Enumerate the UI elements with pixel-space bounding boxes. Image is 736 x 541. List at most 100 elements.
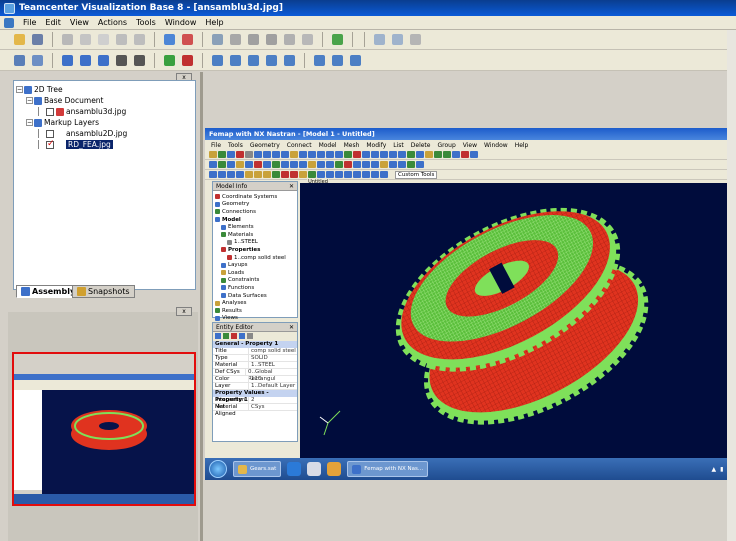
- model-info-item: Elements: [215, 223, 295, 231]
- select-button[interactable]: [162, 32, 177, 47]
- tool-c-button[interactable]: [246, 32, 261, 47]
- layer-e-button[interactable]: [282, 53, 297, 68]
- tree-node-base-document[interactable]: − Base Document: [16, 95, 193, 106]
- menu-window[interactable]: Window: [165, 18, 197, 27]
- compare-button[interactable]: [330, 53, 345, 68]
- menu-file[interactable]: File: [23, 18, 36, 27]
- femap-menu-item: List: [393, 141, 404, 149]
- view-2d-button[interactable]: [12, 53, 27, 68]
- bookmark-button[interactable]: [180, 32, 195, 47]
- tray-icon: ▮: [720, 465, 724, 473]
- camera-icon: [314, 54, 325, 66]
- menu-view[interactable]: View: [70, 18, 89, 27]
- entity-row: Title comp solid steel: [213, 348, 297, 355]
- tree-node-root[interactable]: − 2D Tree: [16, 84, 193, 95]
- femap-title: Femap with NX Nastran - [Model 1 - Untit…: [209, 130, 375, 138]
- visibility-checkbox[interactable]: [46, 129, 54, 138]
- layer-icon: [284, 54, 295, 66]
- cut-button[interactable]: [60, 32, 75, 47]
- femap-menu-item: Group: [437, 141, 456, 149]
- tree-node-markup-layers[interactable]: − Markup Layers: [16, 117, 193, 128]
- menu-actions[interactable]: Actions: [98, 18, 127, 27]
- open-button[interactable]: [12, 32, 27, 47]
- menu-tools[interactable]: Tools: [136, 18, 156, 27]
- text-markup-button[interactable]: [78, 53, 93, 68]
- femap-model-info-panel: Model Info ✕ Coordinate Systems Geometry …: [212, 181, 298, 321]
- layer-a-button[interactable]: [210, 53, 225, 68]
- model-info-item: Coordinate Systems: [215, 193, 295, 201]
- layer-icon: [266, 54, 277, 66]
- vertical-scrollbar[interactable]: [727, 30, 736, 541]
- tool-f-button[interactable]: [300, 32, 315, 47]
- overlay-button[interactable]: [348, 53, 363, 68]
- tree-node-layer-1[interactable]: ansamblu2D.jpg: [16, 128, 193, 139]
- tool-e-button[interactable]: [282, 32, 297, 47]
- assembly-icon: [21, 287, 30, 296]
- markup-button[interactable]: [60, 53, 75, 68]
- zoom-button[interactable]: [372, 32, 387, 47]
- femap-menu-item: File: [211, 141, 222, 149]
- entity-editor-header: Entity Editor ✕: [213, 323, 297, 332]
- layers-icon: [34, 118, 42, 127]
- entity-row: Color 110: [213, 376, 297, 383]
- tab-snapshots[interactable]: Snapshots: [72, 285, 135, 298]
- layer-b-button[interactable]: [228, 53, 243, 68]
- model-info-item: Views: [215, 315, 295, 323]
- tree-node-layer-2[interactable]: RD_FEA.jpg: [16, 139, 193, 150]
- menu-help[interactable]: Help: [205, 18, 223, 27]
- line-button[interactable]: [132, 53, 147, 68]
- tree-line: [38, 107, 44, 116]
- thumbnail-panel-close-button[interactable]: x: [176, 307, 192, 316]
- menu-edit[interactable]: Edit: [45, 18, 61, 27]
- color-b-button[interactable]: [180, 53, 195, 68]
- color-a-button[interactable]: [162, 53, 177, 68]
- tool-a-button[interactable]: [210, 32, 225, 47]
- visibility-checkbox[interactable]: [46, 107, 54, 116]
- tray-icon: ▲: [711, 465, 717, 473]
- copy-icon: [80, 34, 91, 45]
- femap-toolbar-3: Custom Tools: [205, 170, 736, 180]
- chrome-icon: [327, 462, 342, 476]
- femap-menu-item: Model: [318, 141, 337, 149]
- redo-button[interactable]: [132, 32, 147, 47]
- snapshot-button[interactable]: [312, 53, 327, 68]
- tree-base-file-label: ansamblu3d.jpg: [66, 107, 127, 116]
- view-fit-button[interactable]: [30, 53, 45, 68]
- layer-icon: [212, 54, 223, 66]
- layer-c-button[interactable]: [246, 53, 261, 68]
- thumbnail-preview[interactable]: [12, 352, 196, 506]
- entity-row: Material 1..STEEL: [213, 362, 297, 369]
- color-icon: [182, 54, 193, 66]
- tool-b-button[interactable]: [228, 32, 243, 47]
- image-file-icon: [56, 107, 64, 116]
- layer-icon: [230, 54, 241, 66]
- display-button[interactable]: [330, 32, 345, 47]
- move-button[interactable]: [114, 53, 129, 68]
- app-icon: [307, 462, 322, 476]
- undo-button[interactable]: [114, 32, 129, 47]
- toolbar-standard: [0, 30, 736, 50]
- cut-icon: [62, 34, 73, 45]
- model-info-item: Results: [215, 307, 295, 315]
- rect-markup-button[interactable]: [96, 53, 111, 68]
- windows-taskbar-image: Gears.sat Femap with NX Nas... ▲ ▮ ◆: [205, 458, 736, 480]
- visibility-checkbox-checked[interactable]: [46, 139, 55, 149]
- tool-d-button[interactable]: [264, 32, 279, 47]
- document-tree[interactable]: − 2D Tree − Base Document ansamblu3d.jpg…: [13, 80, 196, 290]
- paste-button[interactable]: [96, 32, 111, 47]
- window-titlebar[interactable]: Teamcenter Visualization Base 8 - [ansam…: [0, 0, 736, 16]
- print-button[interactable]: [408, 32, 423, 47]
- copy-button[interactable]: [78, 32, 93, 47]
- tab-assembly-label: Assembly: [32, 287, 76, 296]
- femap-menu-item: Help: [514, 141, 529, 149]
- tab-assembly[interactable]: Assembly: [16, 285, 81, 298]
- toolbar-separator: [154, 52, 155, 68]
- preview-button[interactable]: [390, 32, 405, 47]
- color-icon: [164, 54, 175, 66]
- tool-icon: [212, 34, 223, 45]
- layer-d-button[interactable]: [264, 53, 279, 68]
- print-icon: [410, 34, 421, 45]
- femap-menu-item: Modify: [366, 141, 387, 149]
- save-button[interactable]: [30, 32, 45, 47]
- tree-node-base-file[interactable]: ansamblu3d.jpg: [16, 106, 193, 117]
